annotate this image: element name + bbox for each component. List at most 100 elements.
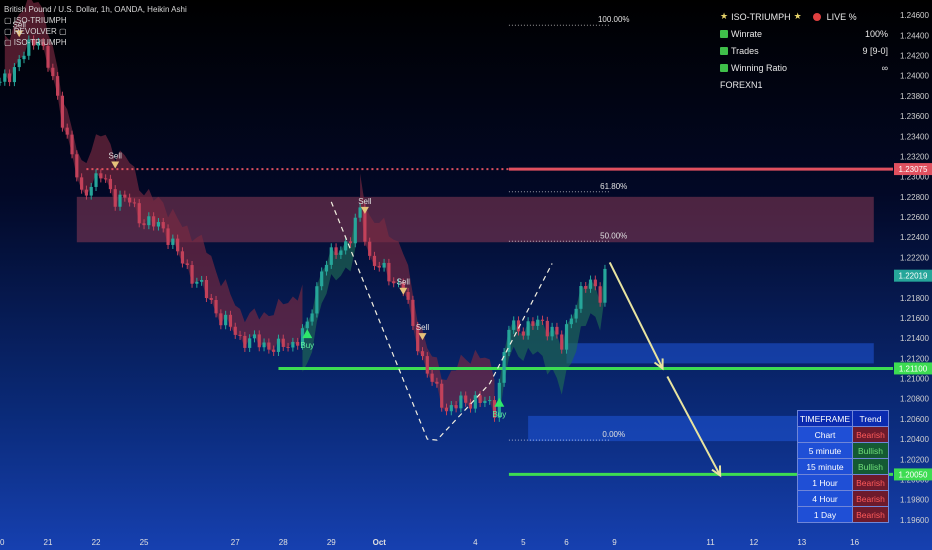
x-tick-label: Oct (373, 538, 387, 547)
candle-body (75, 154, 79, 178)
candle-body (488, 400, 492, 402)
timeframe-table: TIMEFRAME Trend Chart Bearish 5 minute Bul… (797, 410, 889, 523)
y-tick-label: 1.19800 (900, 496, 929, 505)
candle-body (512, 320, 516, 330)
candle-body (147, 216, 151, 226)
candle-body (94, 173, 98, 187)
live-dot-icon (812, 12, 821, 21)
candle-body (449, 405, 453, 412)
y-tick-label: 1.21200 (900, 354, 929, 363)
x-tick-label: 16 (850, 538, 859, 547)
x-tick-label: 12 (749, 538, 758, 547)
y-tick-label: 1.20600 (900, 415, 929, 424)
candle-body (478, 395, 482, 404)
stats-row-trades: Trades 9 [9-0] (720, 42, 888, 59)
fib-label: 100.00% (598, 15, 630, 24)
y-tick-label: 1.19600 (900, 516, 929, 525)
candle-body (555, 326, 559, 335)
y-tick-label: 1.24200 (900, 52, 929, 61)
x-tick-label: 11 (706, 538, 715, 547)
candle-body (190, 265, 194, 284)
stats-header: ★ ISO-TRIUMPH ★ LIVE % (720, 11, 857, 22)
bullish-band-2 (499, 268, 605, 418)
candle-body (560, 334, 564, 350)
candle-body (579, 286, 583, 309)
indicator-1[interactable]: ▢ ISO-TRIUMPH (4, 15, 187, 26)
stats-row-winrate: Winrate 100% (720, 25, 888, 42)
x-tick-label: 20 (0, 538, 5, 547)
candle-body (233, 326, 237, 335)
candle-body (176, 238, 180, 252)
candle-body (132, 202, 137, 204)
candle-body (166, 228, 170, 245)
candle-body (531, 321, 535, 326)
candle-body (372, 255, 377, 266)
candle-body (430, 373, 434, 382)
candle-body (276, 338, 281, 352)
indicator-3[interactable]: ▢ ISO-TRIUMPH (4, 37, 187, 48)
candle-body (152, 216, 156, 227)
y-tick-label: 1.20400 (900, 435, 929, 444)
candle-body (185, 263, 189, 266)
table-row: 4 Hour Bearish (797, 490, 889, 507)
check-icon (720, 29, 728, 38)
buy-signal-label: Buy (492, 410, 506, 419)
candle-body (411, 299, 415, 326)
candle-body (171, 238, 175, 245)
price-label-text: 1.22019 (899, 272, 928, 281)
y-tick-label: 1.23800 (900, 92, 929, 101)
x-tick-label: 21 (44, 538, 53, 547)
y-tick-label: 1.24000 (900, 72, 929, 81)
candle-body (526, 321, 530, 336)
supply-zone (76, 196, 874, 243)
candle-body (156, 222, 161, 227)
candle-body (435, 381, 439, 384)
indicator-2[interactable]: ▢ REVOLVER ▢ (4, 26, 187, 37)
sell-signal-label: Sell (358, 197, 372, 206)
fib-label: 61.80% (600, 182, 627, 191)
x-tick-label: 28 (279, 538, 288, 547)
stats-row-ratio: Winning Ratio ∞ (720, 59, 888, 76)
candle-body (536, 319, 540, 326)
candle-body (200, 279, 204, 282)
candle-body (444, 407, 449, 412)
sell-signal-label: Sell (397, 278, 411, 287)
price-label-text: 1.21100 (899, 364, 928, 373)
y-tick-label: 1.23400 (900, 132, 929, 141)
y-tick-label: 1.20800 (900, 395, 929, 404)
candle-body (387, 262, 391, 282)
fib-label: 0.00% (602, 430, 625, 439)
sell-signal-label: Sell (109, 152, 123, 161)
candle-body (214, 299, 218, 314)
y-tick-label: 1.22400 (900, 233, 929, 242)
y-tick-label: 1.22200 (900, 253, 929, 262)
candle-body (0, 81, 2, 83)
candle-body (348, 241, 353, 244)
candle-body (353, 217, 357, 244)
candle-body (84, 189, 89, 196)
x-tick-label: 29 (327, 538, 336, 547)
chart-legend: British Pound / U.S. Dollar, 1h, OANDA, … (4, 4, 187, 48)
candle-body (459, 395, 463, 409)
candle-body (8, 73, 12, 83)
candle-body (267, 342, 271, 350)
price-label-text: 1.23075 (899, 165, 928, 174)
y-tick-label: 1.23600 (900, 112, 929, 121)
candle-body (598, 286, 602, 303)
candle-body (108, 178, 113, 190)
candle-body (142, 223, 146, 226)
candle-body (593, 279, 597, 287)
candle-body (80, 177, 84, 190)
stats-footer: FOREXN1 (720, 79, 763, 90)
candle-body (224, 314, 228, 326)
candle-body (65, 127, 69, 135)
y-tick-label: 1.20200 (900, 455, 929, 464)
demand-zone-1 (566, 343, 874, 364)
candle-body (454, 405, 458, 409)
y-tick-label: 1.24400 (900, 31, 929, 40)
candle-body (377, 265, 381, 268)
candle-body (137, 203, 141, 224)
candle-body (291, 341, 295, 348)
candle-body (550, 326, 554, 337)
candle-body (569, 318, 573, 325)
